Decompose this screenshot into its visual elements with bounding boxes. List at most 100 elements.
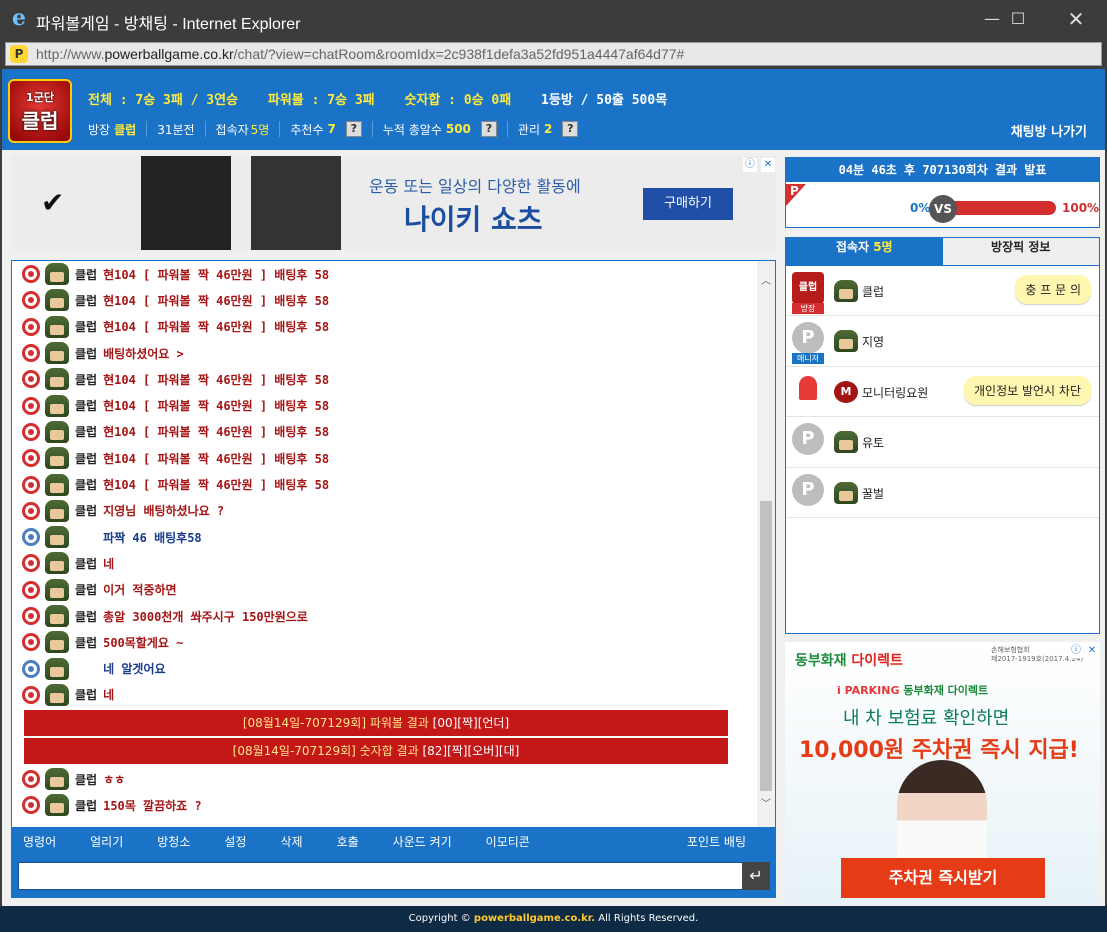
admin-help-button[interactable]: ? [562, 121, 579, 137]
chat-input[interactable] [18, 862, 743, 890]
message-user[interactable]: 클럽 [75, 555, 97, 572]
address-bar: P http://www.powerballgame.co.kr/chat/?v… [0, 38, 1107, 69]
user-name[interactable]: 지영 [862, 333, 884, 350]
level-icon [22, 633, 40, 652]
message-user[interactable]: 클럽 [75, 771, 97, 788]
menu-item[interactable]: 얼리기 [90, 833, 123, 850]
ad-close-icon[interactable]: ✕ [761, 158, 775, 172]
user-avatar[interactable] [45, 683, 69, 706]
user-avatar[interactable] [45, 473, 69, 496]
user-avatar[interactable] [45, 578, 69, 601]
user-avatar[interactable] [45, 794, 69, 817]
chat-message: 클럽 현104 [ 파워볼 짝 46만원 ] 배팅후 58 [12, 445, 758, 471]
message-user[interactable]: 클럽 [75, 450, 97, 467]
close-button[interactable]: ✕ [1053, 0, 1099, 38]
user-row[interactable]: P 매니저 지영 [786, 316, 1099, 367]
user-row[interactable]: 클럽 방장 클럽 충 프 문 의 [786, 266, 1099, 317]
message-user[interactable]: 클럽 [75, 345, 97, 362]
user-name[interactable]: 꿀벌 [862, 485, 884, 502]
user-avatar[interactable] [45, 394, 69, 417]
tab-users[interactable]: 접속자 5명 [786, 238, 943, 266]
user-row[interactable]: M 모니터링요원 개인정보 발언시 차단 [786, 367, 1099, 418]
scroll-down-icon[interactable]: ﹀ [757, 796, 775, 814]
scroll-up-icon[interactable]: ︿ [757, 273, 775, 291]
chat-menu-bar: 명령어 얼리기 방청소 설정 삭제 호출 사운드 켜기 이모티콘 포인트 배팅 [11, 828, 776, 854]
user-avatar[interactable] [45, 657, 69, 680]
user-avatar[interactable] [45, 368, 69, 391]
message-user[interactable]: 클럽 [75, 371, 97, 388]
menu-item[interactable]: 이모티콘 [486, 833, 530, 850]
message-text: 네 [103, 688, 115, 703]
footer-domain[interactable]: powerballgame.co.kr. [474, 913, 595, 924]
ad-buy-button[interactable]: 구매하기 [643, 188, 733, 220]
user-avatar[interactable] [45, 420, 69, 443]
user-avatar[interactable] [45, 289, 69, 312]
message-user[interactable]: 클럽 [75, 502, 97, 519]
message-text: 150목 깔끔하죠 ? [103, 798, 202, 813]
menu-item[interactable]: 명령어 [23, 833, 56, 850]
club-logo-top: 1군단 [26, 91, 54, 104]
user-avatar[interactable] [45, 768, 69, 791]
ad2-close-icon[interactable]: ✕ [1085, 644, 1099, 658]
result-prefix: [08월14일-707129회] 파워볼 결과 [242, 716, 433, 731]
menu-item[interactable]: 방청소 [157, 833, 190, 850]
user-avatar[interactable] [45, 263, 69, 286]
ad-brand-direct: 다이렉트 [851, 653, 903, 669]
message-user[interactable]: 클럽 [75, 634, 97, 651]
chat-scrollbar[interactable]: ︿ ﹀ [757, 261, 775, 827]
user-avatar[interactable] [45, 605, 69, 627]
user-avatar[interactable] [45, 342, 69, 365]
message-user[interactable]: 클럽 [75, 581, 97, 598]
menu-item[interactable]: 삭제 [280, 833, 302, 850]
level-icon [22, 659, 40, 678]
message-user[interactable]: 클럽 [75, 797, 97, 814]
user-avatar[interactable] [45, 631, 69, 654]
percent-bar [944, 201, 1056, 215]
insurance-ad[interactable]: 동부화재 다이렉트 손해보험협회 제2017-1919호(2017.4.24) i… [785, 642, 1100, 904]
ad-info-icon[interactable]: ⓘ [743, 158, 757, 172]
url-field[interactable]: P http://www.powerballgame.co.kr/chat/?v… [5, 42, 1102, 66]
level-icon [22, 344, 40, 363]
message-user[interactable]: 클럽 [75, 686, 97, 703]
message-user[interactable]: 클럽 [75, 266, 97, 283]
user-avatar[interactable] [45, 499, 69, 522]
user-row[interactable]: P 유토 [786, 417, 1099, 468]
ad2-info-icon[interactable]: ⓘ [1069, 644, 1083, 658]
total-help-button[interactable]: ? [480, 121, 497, 137]
message-user[interactable]: 클럽 [75, 292, 97, 309]
menu-item[interactable]: 호출 [337, 833, 359, 850]
user-avatar[interactable] [45, 315, 69, 338]
level-icon [22, 370, 40, 389]
message-user[interactable]: 클럽 [75, 423, 97, 440]
point-bet-button[interactable]: 포인트 배팅 [687, 833, 746, 850]
user-avatar[interactable] [45, 526, 69, 549]
nike-ad-banner[interactable]: ✔ 운동 또는 일상의 다양한 활동에 나이키 쇼츠 구매하기 ⓘ ✕ [11, 156, 776, 250]
message-user[interactable]: 클럽 [75, 318, 97, 335]
send-button[interactable]: ↵ [742, 862, 770, 890]
chat-message: 클럽 이거 적중하면 [12, 577, 758, 603]
scrollbar-thumb[interactable] [760, 501, 772, 791]
chat-message: 클럽 현104 [ 파워볼 짝 46만원 ] 배팅후 58 [12, 287, 758, 313]
user-avatar[interactable] [45, 447, 69, 470]
total-bullets-info: 누적 총알수 500? [371, 121, 507, 137]
recommend-help-button[interactable]: ? [345, 121, 362, 137]
user-name[interactable]: 클럽 [862, 283, 884, 300]
message-user[interactable]: 클럽 [75, 608, 97, 625]
maximize-button[interactable]: ☐ [995, 0, 1041, 38]
tab-owner-pick[interactable]: 방장픽 정보 [942, 238, 1099, 266]
message-text: ㅎㅎ [103, 772, 126, 787]
user-avatar[interactable] [45, 552, 69, 575]
ad-cta-button[interactable]: 주차권 즉시받기 [841, 858, 1045, 898]
user-row[interactable]: P 꿀벌 [786, 468, 1099, 518]
user-name[interactable]: 모니터링요원 [862, 384, 928, 401]
users-tabs: 접속자 5명 방장픽 정보 [786, 238, 1099, 266]
message-user[interactable]: 클럽 [75, 397, 97, 414]
nike-swoosh-icon: ✔ [41, 186, 65, 219]
menu-item[interactable]: 설정 [224, 833, 246, 850]
menu-item[interactable]: 사운드 켜기 [393, 833, 452, 850]
message-user[interactable]: 클럽 [75, 476, 97, 493]
exit-room-button[interactable]: 채팅방 나가기 [1011, 121, 1087, 140]
chat-message: 클럽 ㅎㅎ [12, 766, 758, 792]
level-icon [22, 291, 40, 310]
user-name[interactable]: 유토 [862, 434, 884, 451]
